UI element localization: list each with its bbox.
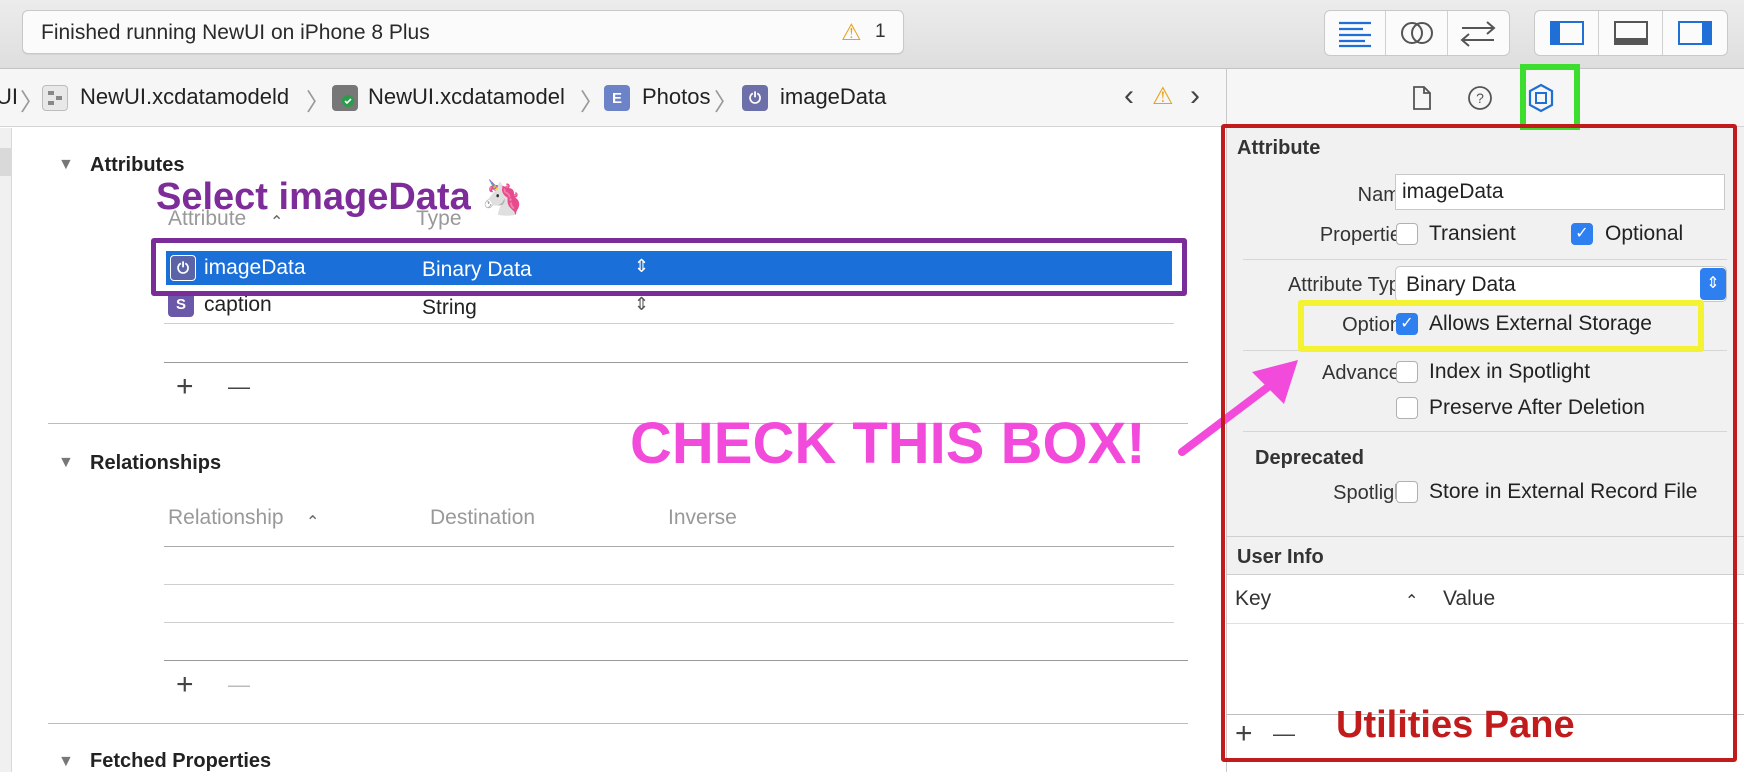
view-toggles-segmented-control xyxy=(1534,10,1728,56)
relationships-section-title: Relationships xyxy=(90,452,222,474)
warning-triangle-icon[interactable]: ⚠ xyxy=(841,19,862,46)
divider xyxy=(164,546,1174,547)
remove-attribute-button[interactable]: — xyxy=(228,374,250,400)
breadcrumb-datamodel[interactable]: NewUI.xcdatamodel xyxy=(368,84,565,110)
datamodel-bundle-icon xyxy=(42,85,68,111)
attribute-name[interactable]: caption xyxy=(204,293,272,317)
warning-count: 1 xyxy=(875,21,886,42)
svg-text:?: ? xyxy=(1476,90,1484,106)
disclosure-triangle-icon[interactable]: ▼ xyxy=(58,156,74,174)
breadcrumb-datamodel-bundle[interactable]: NewUI.xcdatamodeld xyxy=(80,84,289,110)
divider xyxy=(164,660,1188,661)
breadcrumb-separator: 〉 xyxy=(20,89,44,116)
editor-mode-segmented-control xyxy=(1324,10,1510,56)
divider xyxy=(164,323,1174,324)
disclosure-triangle-icon[interactable]: ▼ xyxy=(58,454,74,472)
purple-highlight-box xyxy=(151,238,1187,296)
standard-editor-button[interactable] xyxy=(1325,11,1387,55)
utilities-toggle-button[interactable] xyxy=(1663,11,1727,55)
debug-area-toggle-icon xyxy=(1613,21,1648,45)
jump-bar: UI 〉 NewUI.xcdatamodeld 〉 NewUI.xcdatamo… xyxy=(0,69,1226,127)
utilities-pane-annotation: Utilities Pane xyxy=(1336,704,1575,746)
assistant-editor-icon xyxy=(1400,22,1433,44)
breadcrumb-separator: 〉 xyxy=(714,89,738,116)
window-toolbar: Finished running NewUI on iPhone 8 Plus … xyxy=(0,0,1744,69)
datamodel-file-icon xyxy=(332,85,358,111)
disclosure-triangle-icon[interactable]: ▼ xyxy=(58,753,74,771)
status-text: Finished running NewUI on iPhone 8 Plus xyxy=(41,21,430,44)
file-inspector-icon[interactable] xyxy=(1411,85,1433,116)
attribute-type[interactable]: String xyxy=(422,296,477,320)
issue-forward-arrow-icon[interactable]: › xyxy=(1190,79,1200,113)
add-attribute-button[interactable]: + xyxy=(176,370,194,404)
editor-gutter xyxy=(0,128,12,772)
issue-back-arrow-icon[interactable]: ‹ xyxy=(1124,79,1134,113)
remove-relationship-button[interactable]: — xyxy=(228,672,250,698)
popup-stepper-icon[interactable]: ⇕ xyxy=(634,294,649,315)
select-annotation-text: Select imageData xyxy=(156,176,471,218)
navigator-toggle-button[interactable] xyxy=(1535,11,1599,55)
warning-triangle-icon[interactable]: ⚠ xyxy=(1152,82,1174,111)
version-editor-icon xyxy=(1460,21,1496,47)
attribute-icon: ⏻ xyxy=(742,85,768,111)
red-highlight-box xyxy=(1221,124,1737,762)
attributes-section-title: Attributes xyxy=(90,154,185,176)
unicorn-emoji: 🦄 xyxy=(481,179,524,217)
entity-icon: E xyxy=(604,85,630,111)
check-this-box-annotation: CHECK THIS BOX! xyxy=(630,411,1146,476)
breadcrumb-entity[interactable]: Photos xyxy=(642,84,711,110)
divider xyxy=(164,622,1174,623)
divider xyxy=(164,584,1174,585)
debug-area-toggle-button[interactable] xyxy=(1599,11,1663,55)
utilities-toggle-icon xyxy=(1678,21,1712,45)
breadcrumb-separator: 〉 xyxy=(306,89,330,116)
breadcrumb-project[interactable]: UI xyxy=(0,84,18,110)
navigator-toggle-icon xyxy=(1549,21,1584,45)
relationship-column-header[interactable]: Relationship xyxy=(168,506,284,530)
assistant-editor-button[interactable] xyxy=(1386,11,1448,55)
select-imagedata-annotation: Select imageData 🦄 xyxy=(156,176,524,219)
destination-column-header[interactable]: Destination xyxy=(430,506,535,530)
gutter-selection-marker xyxy=(0,148,12,176)
quick-help-icon[interactable]: ? xyxy=(1467,85,1493,116)
fetched-properties-section-title: Fetched Properties xyxy=(90,750,272,772)
inverse-column-header[interactable]: Inverse xyxy=(668,506,737,530)
inspector-tab-bar: ? xyxy=(1227,69,1744,127)
add-relationship-button[interactable]: + xyxy=(176,668,194,702)
divider xyxy=(48,723,1188,724)
breadcrumb-separator: 〉 xyxy=(580,89,604,116)
version-editor-button[interactable] xyxy=(1448,11,1509,55)
sort-ascending-icon: ⌃ xyxy=(306,514,320,531)
activity-status-bar[interactable]: Finished running NewUI on iPhone 8 Plus … xyxy=(22,10,904,54)
green-highlight-box xyxy=(1520,64,1580,130)
breadcrumb-attribute[interactable]: imageData xyxy=(780,84,886,110)
standard-editor-icon xyxy=(1339,21,1372,48)
divider xyxy=(164,362,1188,363)
